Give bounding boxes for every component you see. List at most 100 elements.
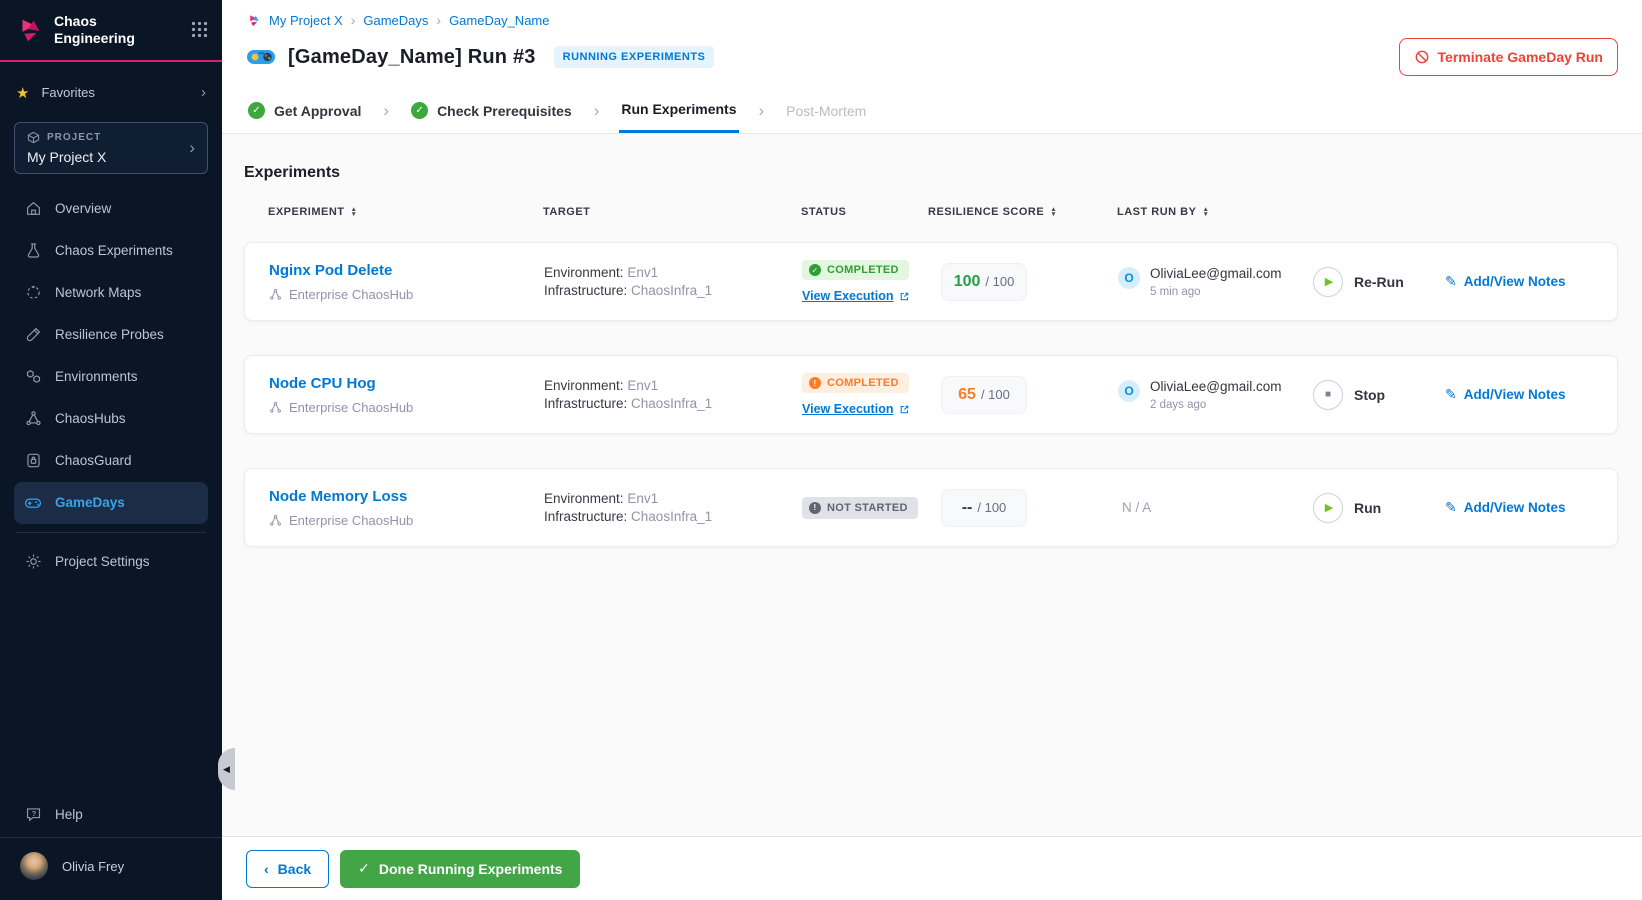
cube-icon <box>27 131 40 144</box>
step-check-prerequisites[interactable]: ✓ Check Prerequisites <box>409 88 574 133</box>
prohibit-icon <box>1414 49 1430 65</box>
check-circle-icon: ✓ <box>809 264 821 276</box>
external-link-icon <box>899 404 910 415</box>
sidebar-item-overview[interactable]: Overview <box>14 188 208 230</box>
favorites-label: Favorites <box>41 85 95 101</box>
sidebar-item-gamedays[interactable]: GameDays <box>14 481 208 524</box>
sidebar-item-chaos-experiments[interactable]: Chaos Experiments <box>14 230 208 272</box>
chevron-right-icon: › <box>758 100 765 120</box>
chaos-logo-icon <box>14 15 44 45</box>
network-map-icon <box>24 284 42 302</box>
status-badge: RUNNING EXPERIMENTS <box>553 46 715 68</box>
chaos-logo-small-icon <box>246 13 261 28</box>
chevron-right-icon: › <box>350 12 356 28</box>
column-resilience-score[interactable]: RESILIENCE SCORE ▲ ▼ <box>928 206 1117 218</box>
stop-icon: ■ <box>1313 379 1343 410</box>
home-icon <box>24 200 42 218</box>
last-run-email: OliviaLee@gmail.com <box>1150 378 1282 394</box>
step-label: Get Approval <box>274 102 362 119</box>
done-running-experiments-button[interactable]: ✓ Done Running Experiments <box>340 849 581 888</box>
sidebar-item-chaoshubs[interactable]: ChaosHubs <box>14 398 208 440</box>
sidebar-item-environments[interactable]: Environments <box>14 356 208 398</box>
step-run-experiments[interactable]: Run Experiments <box>619 88 739 133</box>
user-profile[interactable]: Olivia Frey <box>0 837 222 900</box>
experiment-link[interactable]: Node Memory Loss <box>269 488 407 505</box>
column-target: TARGET <box>543 206 591 218</box>
project-label: PROJECT <box>47 131 102 143</box>
sidebar-item-label: ChaosHubs <box>55 411 126 427</box>
star-icon: ★ <box>16 84 30 102</box>
chevron-right-icon: › <box>201 84 206 102</box>
column-last-run-by[interactable]: LAST RUN BY ▲ ▼ <box>1117 206 1312 218</box>
project-selector[interactable]: PROJECT My Project X › <box>14 121 208 174</box>
sidebar-item-project-settings[interactable]: Project Settings <box>0 541 222 582</box>
resilience-score: 100 / 100 <box>941 262 1027 301</box>
experiment-link[interactable]: Nginx Pod Delete <box>269 262 392 279</box>
step-post-mortem[interactable]: Post-Mortem <box>784 88 868 133</box>
rerun-button[interactable]: ▶ Re-Run <box>1313 266 1404 297</box>
exclaim-circle-icon: ! <box>809 377 821 389</box>
chaoshub-icon <box>269 288 282 301</box>
sidebar-item-label: Chaos Experiments <box>55 243 173 259</box>
footer-actions: ‹ Back ✓ Done Running Experiments <box>222 836 1642 900</box>
terminate-gameday-button[interactable]: Terminate GameDay Run <box>1398 38 1618 76</box>
view-execution-link[interactable]: View Execution <box>802 289 929 303</box>
last-run-cell: O OliviaLee@gmail.com 5 min ago <box>1118 266 1313 298</box>
view-execution-link[interactable]: View Execution <box>802 402 929 416</box>
page-title: [GameDay_Name] Run #3 <box>288 45 536 68</box>
back-button[interactable]: ‹ Back <box>246 849 330 888</box>
sort-icon[interactable]: ▲ ▼ <box>351 206 358 218</box>
last-run-cell: O OliviaLee@gmail.com 2 days ago <box>1118 379 1313 411</box>
section-title: Experiments <box>244 164 341 181</box>
sort-icon[interactable]: ▲ ▼ <box>1202 206 1209 218</box>
add-view-notes-link[interactable]: ✎ Add/View Notes <box>1445 499 1593 516</box>
project-name: My Project X <box>27 148 107 165</box>
chevron-right-icon: › <box>436 12 442 28</box>
pencil-icon: ✎ <box>1445 273 1457 289</box>
step-label: Post-Mortem <box>786 102 867 119</box>
status-pill: ! COMPLETED <box>802 373 909 393</box>
score-cell: -- / 100 <box>929 488 1118 527</box>
experiments-section: Experiments EXPERIMENT ▲ ▼ TARGET STATUS … <box>222 134 1642 836</box>
sidebar-item-network-maps[interactable]: Network Maps <box>14 272 208 314</box>
chevron-right-icon: › <box>593 100 600 120</box>
check-circle-icon: ✓ <box>248 102 265 119</box>
chaoshub-icon <box>269 514 282 527</box>
notes-cell: ✎ Add/View Notes <box>1445 499 1593 516</box>
sidebar: Chaos Engineering ★ Favorites › PROJECT … <box>0 0 222 900</box>
notes-cell: ✎ Add/View Notes <box>1445 273 1593 290</box>
play-icon: ▶ <box>1313 266 1343 297</box>
sidebar-item-chaosguard[interactable]: ChaosGuard <box>14 440 208 482</box>
table-row: Nginx Pod Delete Enterprise ChaosHub Env… <box>244 242 1618 321</box>
external-link-icon <box>899 291 910 302</box>
breadcrumb-project[interactable]: My Project X <box>269 13 343 28</box>
add-view-notes-link[interactable]: ✎ Add/View Notes <box>1445 386 1593 403</box>
sidebar-nav: Overview Chaos Experiments Network Maps <box>0 180 222 524</box>
sidebar-item-resilience-probes[interactable]: Resilience Probes <box>14 314 208 356</box>
sidebar-item-label: Resilience Probes <box>55 327 164 343</box>
sidebar-favorites[interactable]: ★ Favorites › <box>0 74 222 112</box>
status-cell: ! NOT STARTED <box>802 496 929 519</box>
help-button[interactable]: ? Help <box>0 792 222 837</box>
experiment-link[interactable]: Node CPU Hog <box>269 375 376 392</box>
experiment-cell: Node Memory Loss Enterprise ChaosHub <box>269 488 544 528</box>
status-pill: ✓ COMPLETED <box>802 260 909 280</box>
status-cell: ! COMPLETED View Execution <box>802 373 929 416</box>
step-label: Run Experiments <box>621 101 737 117</box>
breadcrumb-gameday-name[interactable]: GameDay_Name <box>449 13 549 28</box>
column-experiment[interactable]: EXPERIMENT ▲ ▼ <box>268 206 543 218</box>
user-initial-avatar: O <box>1118 379 1140 402</box>
pencil-icon: ✎ <box>1445 499 1457 515</box>
resilience-score: -- / 100 <box>941 488 1027 527</box>
add-view-notes-link[interactable]: ✎ Add/View Notes <box>1445 273 1593 290</box>
gamepad-title-icon <box>246 46 276 68</box>
run-button[interactable]: ▶ Run <box>1313 492 1381 523</box>
action-cell: ■ Stop <box>1313 379 1445 410</box>
sort-icon[interactable]: ▲ ▼ <box>1050 206 1057 218</box>
last-run-cell: N / A <box>1118 499 1313 517</box>
breadcrumb-gamedays[interactable]: GameDays <box>363 13 428 28</box>
app-switcher-icon[interactable] <box>191 21 208 38</box>
exclaim-circle-icon: ! <box>809 501 821 514</box>
step-get-approval[interactable]: ✓ Get Approval <box>246 88 363 133</box>
stop-button[interactable]: ■ Stop <box>1313 379 1385 410</box>
